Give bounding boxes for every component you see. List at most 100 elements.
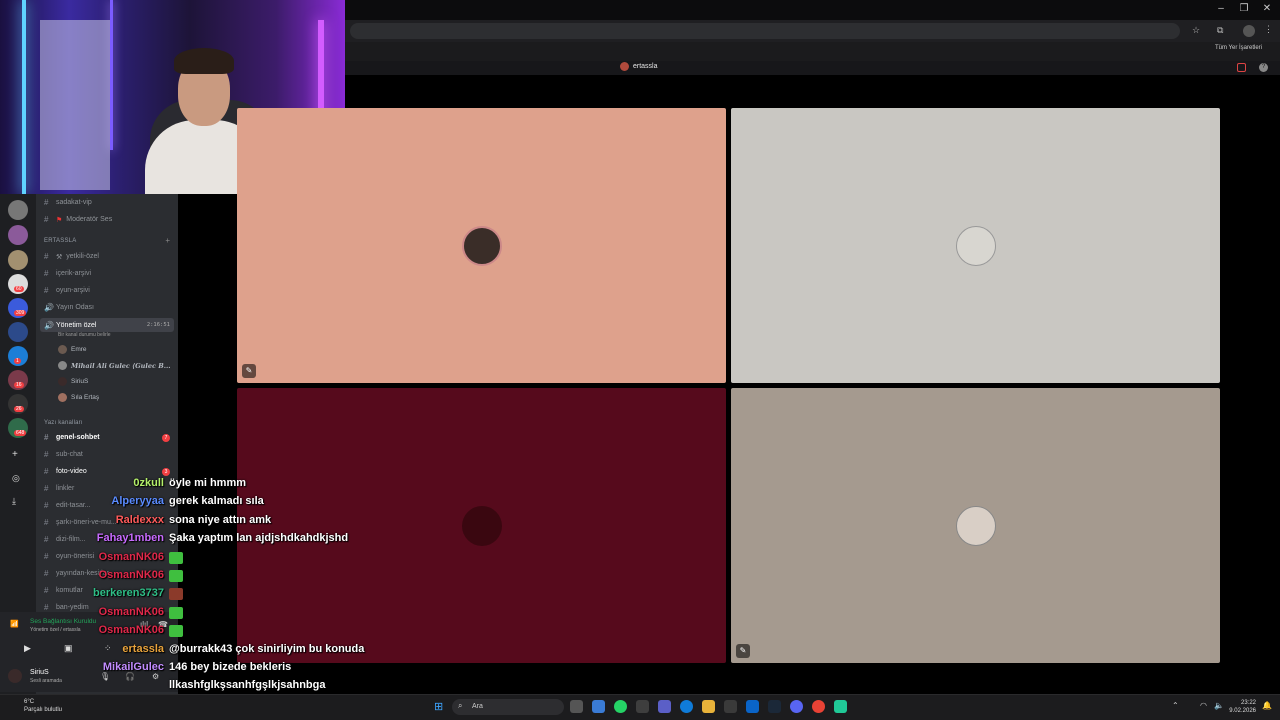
taskbar-search[interactable]: Ara [452,699,564,715]
file-explorer-icon[interactable] [702,700,715,713]
channel-status[interactable]: Bir kanal durumu belirle [58,332,111,338]
chat-username[interactable]: 0zkull [133,477,164,489]
bookmark-star-icon[interactable]: ☆ [1192,25,1200,36]
chat-username[interactable]: berkeren3737 [93,587,164,599]
edge-icon[interactable] [680,700,693,713]
maximize-button[interactable]: ❐ [1233,3,1255,14]
channel-item[interactable]: # oyun-önerisi [44,552,94,561]
channel-item[interactable]: # sub-chat [44,450,83,459]
whatsapp-icon[interactable] [614,700,627,713]
weather-widget[interactable]: 6°C Parçalı bulutlu [24,698,62,714]
channel-item[interactable]: # komutlar [44,586,83,595]
channel-item[interactable]: # içerik-arşivi [44,269,91,278]
discover-icon[interactable]: ◎ [12,473,20,484]
task-view-icon[interactable] [570,700,583,713]
channel-item[interactable]: # ⚒ yetkili-özel [44,252,99,261]
add-server-icon[interactable]: + [12,449,18,460]
channel-item[interactable]: # edit-tasar... [44,501,91,510]
profile-avatar[interactable] [1243,25,1255,37]
store-icon[interactable] [724,700,737,713]
server-icon[interactable] [8,250,28,270]
volume-icon[interactable]: 🔈 [1214,701,1224,710]
all-bookmarks-link[interactable]: Tüm Yer İşaretleri [1215,45,1262,51]
chat-username[interactable]: MikailGulec [103,661,164,673]
voice-user[interactable]: SiriuS [58,377,88,386]
activity-icon[interactable]: ⁘ [104,643,112,654]
chat-message-text: gerek kalmadı sıla [169,495,264,507]
voice-user[interactable]: Mihail Ali Gulec ⟨Gulec B... [58,361,171,370]
chat-message-text: llkashfglkşsanhfgşlkjsahnbga [169,679,326,691]
voice-user[interactable]: Emre [58,345,87,354]
participant-tile[interactable] [237,388,726,663]
active-voice-channel[interactable]: 🔊 Yönetim özel 2:16:51 [40,318,174,332]
category-header[interactable]: ERTASSLA [44,238,76,244]
minimize-button[interactable]: – [1210,3,1232,14]
chat-username[interactable]: OsmanNK06 [99,551,164,563]
taskbar-clock[interactable]: 23:22 9.02.2026 [1229,699,1256,715]
voice-channel-item[interactable]: 🔊 Yayın Odası [44,303,94,312]
chat-username[interactable]: OsmanNK06 [99,606,164,618]
notification-icon[interactable]: 🔔 [1262,701,1272,710]
chat-username[interactable]: OsmanNK06 [99,569,164,581]
channel-item[interactable]: # genel-sohbet [44,433,100,442]
server-icon[interactable] [8,225,28,245]
browser-menu-icon[interactable]: ⋮ [1264,24,1273,35]
teams-icon[interactable] [658,700,671,713]
channel-item[interactable]: # oyun-arşivi [44,286,90,295]
inbox-icon[interactable] [1237,63,1246,72]
app-icon[interactable] [592,700,605,713]
headphones-icon[interactable]: 🎧 [125,672,135,681]
channel-item[interactable]: # şarkı-öneri-ve-mu... [44,518,117,527]
avatar[interactable] [8,669,22,683]
participant-tile[interactable]: ✎ [237,108,726,383]
neon-light-strip [22,0,26,194]
chat-message-text: @burrakk43 çok sinirliyim bu konuda [169,643,365,655]
settings-gear-icon[interactable]: ⚙ [152,672,159,681]
steam-icon[interactable] [768,700,781,713]
server-icon[interactable] [8,322,28,342]
chrome-icon[interactable] [812,700,825,713]
hash-icon: # [44,518,49,527]
tray-chevron-icon[interactable]: ⌃ [1172,701,1179,710]
chat-username[interactable]: ertassla [122,643,164,655]
site-header [345,61,1280,75]
voice-user[interactable]: Sıla Ertaş [58,393,99,402]
outlook-icon[interactable] [746,700,759,713]
server-icon[interactable] [8,200,28,220]
bookmarks-bar [345,42,1280,61]
close-window-button[interactable]: ✕ [1256,3,1278,14]
url-input[interactable] [350,23,1180,39]
category-header[interactable]: Yazı kanalları [44,420,83,426]
channel-item[interactable]: # sadakat-vip [44,198,92,207]
start-icon[interactable]: ⊞ [434,700,443,713]
hash-icon: # [44,252,49,261]
download-icon[interactable]: ⤓ [12,496,16,507]
xbox-icon[interactable] [636,700,649,713]
hash-icon: # [44,433,49,442]
participant-tile[interactable]: ✎ [731,388,1220,663]
chat-message-text: 146 bey bizede bekleris [169,661,292,673]
chat-username[interactable]: Alperyyaa [111,495,164,507]
channel-item[interactable]: # ⚑ Moderatör Ses [44,215,112,224]
discord-icon[interactable] [790,700,803,713]
channel-item[interactable]: # linkler [44,484,74,493]
wifi-icon[interactable]: ◠ [1200,701,1207,710]
chat-username[interactable]: OsmanNK06 [99,624,164,636]
app-icon[interactable] [834,700,847,713]
channel-name: ertassla [633,63,658,70]
channel-item[interactable]: # ban-yedim [44,603,89,612]
participant-tile[interactable] [731,108,1220,383]
help-icon[interactable]: ? [1259,63,1268,72]
chat-username[interactable]: Fahay1mben [97,532,164,544]
mic-icon[interactable]: 🎙 [100,672,110,681]
channel-item[interactable]: # foto-video [44,467,87,476]
hash-icon: # [44,198,49,207]
extensions-icon[interactable]: ⧉ [1217,25,1223,36]
video-icon[interactable]: ▶ [24,643,31,654]
screen-share-icon[interactable]: ▣ [64,643,73,654]
add-channel-icon[interactable]: + [165,236,170,245]
voice-channel-path[interactable]: Yönetim özel / ertassla [30,627,81,633]
chat-username[interactable]: Raldexxx [116,514,164,526]
signal-icon[interactable]: 📶 [10,620,19,628]
channel-item[interactable]: # dizi-film... [44,535,86,544]
